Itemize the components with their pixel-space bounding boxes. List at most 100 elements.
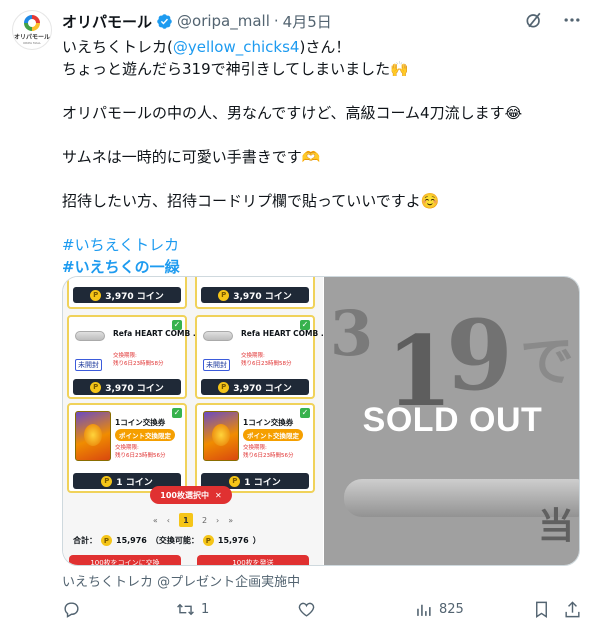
deadline-label: 交換期限: bbox=[243, 445, 267, 451]
pokemon-card-thumbnail bbox=[203, 411, 239, 461]
pagination: « ‹ 1 2 › » bbox=[63, 513, 323, 527]
price-text: 3,970 コイン bbox=[233, 291, 292, 302]
reply-button[interactable] bbox=[62, 600, 81, 619]
price-text: 3,970 コイン bbox=[105, 383, 164, 394]
exchangeable-value: 15,976 bbox=[217, 536, 249, 545]
hashtag-link-2[interactable]: #いえちくの一緑 bbox=[62, 256, 578, 278]
coin-icon: P bbox=[101, 475, 113, 487]
check-icon: ✓ bbox=[172, 408, 182, 418]
tweet-line-5: 招待したい方、招待コードリプ欄で貼っていいですよ☺️ bbox=[62, 192, 440, 210]
total-value: 15,976 bbox=[116, 536, 147, 545]
item-card: ✓ 1コイン交換券 ポイント交換限定 交換期限: 残り6日23時間56分 P 1… bbox=[195, 403, 315, 493]
exchange-to-coin-button[interactable]: 100枚をコインに交換 bbox=[69, 555, 181, 565]
price-text: 3,970 コイン bbox=[105, 291, 164, 302]
price-text: 1 コイン bbox=[116, 477, 153, 488]
deadline-remaining: 残り6日23時間58分 bbox=[113, 361, 164, 367]
ticket-title: 1コイン交換券 bbox=[243, 418, 294, 427]
unopened-tag: 未開封 bbox=[203, 359, 230, 371]
selected-count-text: 100枚選択中 bbox=[160, 490, 209, 500]
item-card: ✓ Refa HEART COMB ... 未開封 交換期限: 残り6日23時間… bbox=[195, 315, 323, 399]
price-text: 3,970 コイン bbox=[233, 383, 292, 394]
avatar-logo-subtext: ORIPA MALL bbox=[23, 41, 41, 45]
bookmark-button[interactable] bbox=[532, 600, 551, 619]
page-1-button[interactable]: 1 bbox=[178, 513, 193, 527]
price-bar: P 3,970 コイン bbox=[73, 379, 181, 395]
grok-icon[interactable] bbox=[524, 10, 544, 30]
top-actions bbox=[524, 10, 582, 30]
deadline-remaining: 残り6日23時間56分 bbox=[115, 453, 166, 459]
coin-icon: P bbox=[90, 289, 102, 301]
last-page-button[interactable]: » bbox=[228, 516, 233, 525]
avatar-logo-text: オリパモール bbox=[13, 34, 50, 41]
heart-icon bbox=[298, 602, 315, 617]
action-bar: 1 825 bbox=[62, 600, 586, 622]
first-page-button[interactable]: « bbox=[153, 516, 158, 525]
comb-thumbnail bbox=[203, 331, 233, 341]
tweet-text: いえちくトレカ(@yellow_chicks4)さん！ ちょっと遊んだら319で… bbox=[62, 36, 578, 278]
handle[interactable]: @oripa_mall bbox=[177, 12, 270, 30]
point-badge: ポイント交換限定 bbox=[243, 429, 303, 441]
brand-logo-icon bbox=[24, 15, 40, 31]
coin-icon: P bbox=[218, 381, 230, 393]
selected-count-pill[interactable]: 100枚選択中 ✕ bbox=[150, 486, 232, 504]
tweet-date[interactable]: 4月5日 bbox=[283, 11, 332, 32]
media-grid: P 3,970 コイン P 3,970 コイン ✓ Refa HEART COM… bbox=[62, 276, 580, 566]
item-card: P 3,970 コイン bbox=[67, 277, 187, 309]
share-button[interactable] bbox=[563, 600, 582, 619]
price-bar: P 3,970 コイン bbox=[201, 287, 309, 303]
media-image-left[interactable]: P 3,970 コイン P 3,970 コイン ✓ Refa HEART COM… bbox=[63, 277, 323, 565]
coin-icon: P bbox=[218, 289, 230, 301]
price-text: 1 コイン bbox=[244, 477, 281, 488]
line1-post: )さん！ bbox=[299, 38, 351, 56]
next-page-button[interactable]: › bbox=[216, 516, 219, 525]
price-bar: P 3,970 コイン bbox=[73, 287, 181, 303]
item-card: ✓ 1コイン交換券 ポイント交換限定 交換期限: 残り6日23時間56分 P 1… bbox=[67, 403, 187, 493]
total-line: 合計： P 15,976 （交換可能： P 15,976 ） bbox=[73, 535, 261, 546]
retweet-button[interactable]: 1 bbox=[176, 600, 209, 619]
tweet-line-2: ちょっと遊んだら319で神引きしてしまいました🙌 bbox=[62, 60, 409, 78]
views-button[interactable]: 825 bbox=[414, 600, 464, 619]
close-icon[interactable]: ✕ bbox=[215, 491, 222, 500]
ship-button[interactable]: 100枚を発送 bbox=[197, 555, 309, 565]
price-bar: P 3,970 コイン bbox=[201, 379, 309, 395]
page-2-button[interactable]: 2 bbox=[202, 516, 207, 525]
line1-pre: いえちくトレカ( bbox=[62, 38, 173, 56]
media-caption[interactable]: いえちくトレカ @プレゼント企画実施中 bbox=[62, 571, 300, 590]
total-label: 合計： bbox=[73, 536, 97, 545]
more-icon[interactable] bbox=[562, 10, 582, 30]
share-icon bbox=[565, 601, 580, 618]
coin-icon: P bbox=[202, 535, 214, 546]
deadline-remaining: 残り6日23時間56分 bbox=[243, 453, 294, 459]
like-button[interactable] bbox=[297, 600, 316, 619]
point-badge: ポイント交換限定 bbox=[115, 429, 175, 441]
retweet-count: 1 bbox=[201, 602, 210, 617]
mention-link[interactable]: @yellow_chicks4 bbox=[173, 38, 300, 56]
tweet-line-1: いえちくトレカ(@yellow_chicks4)さん！ bbox=[62, 36, 578, 58]
deadline-label: 交換期限: bbox=[113, 353, 137, 359]
check-icon: ✓ bbox=[300, 408, 310, 418]
views-count: 825 bbox=[439, 602, 464, 617]
retweet-icon bbox=[177, 603, 194, 616]
prev-page-button[interactable]: ‹ bbox=[167, 516, 170, 525]
ticket-title: 1コイン交換券 bbox=[115, 418, 166, 427]
coin-icon: P bbox=[229, 475, 241, 487]
exchangeable-close: ） bbox=[252, 536, 261, 545]
item-title: Refa HEART COMB ... bbox=[241, 329, 323, 338]
pokemon-card-thumbnail bbox=[75, 411, 111, 461]
hashtag-link-1[interactable]: #いちえくトレカ bbox=[62, 234, 578, 256]
comb-thumbnail bbox=[75, 331, 105, 341]
handwritten-char: 当 bbox=[538, 505, 575, 547]
deadline-remaining: 残り6日23時間58分 bbox=[241, 361, 292, 367]
coin-icon: P bbox=[101, 535, 112, 546]
item-title: Refa HEART COMB ... bbox=[113, 329, 202, 338]
avatar[interactable]: オリパモール ORIPA MALL bbox=[12, 10, 52, 50]
views-icon bbox=[417, 604, 431, 616]
handwritten-digit: 3 bbox=[330, 297, 374, 370]
bookmark-icon bbox=[536, 601, 547, 618]
media-image-right[interactable]: 3 1 9 で 当 SOLD OUT bbox=[324, 277, 579, 565]
exchangeable-label: （交換可能： bbox=[150, 536, 199, 545]
handwritten-digit: 9 bbox=[446, 299, 513, 412]
coin-icon: P bbox=[90, 381, 102, 393]
deadline-label: 交換期限: bbox=[241, 353, 265, 359]
display-name[interactable]: オリパモール bbox=[62, 11, 152, 32]
